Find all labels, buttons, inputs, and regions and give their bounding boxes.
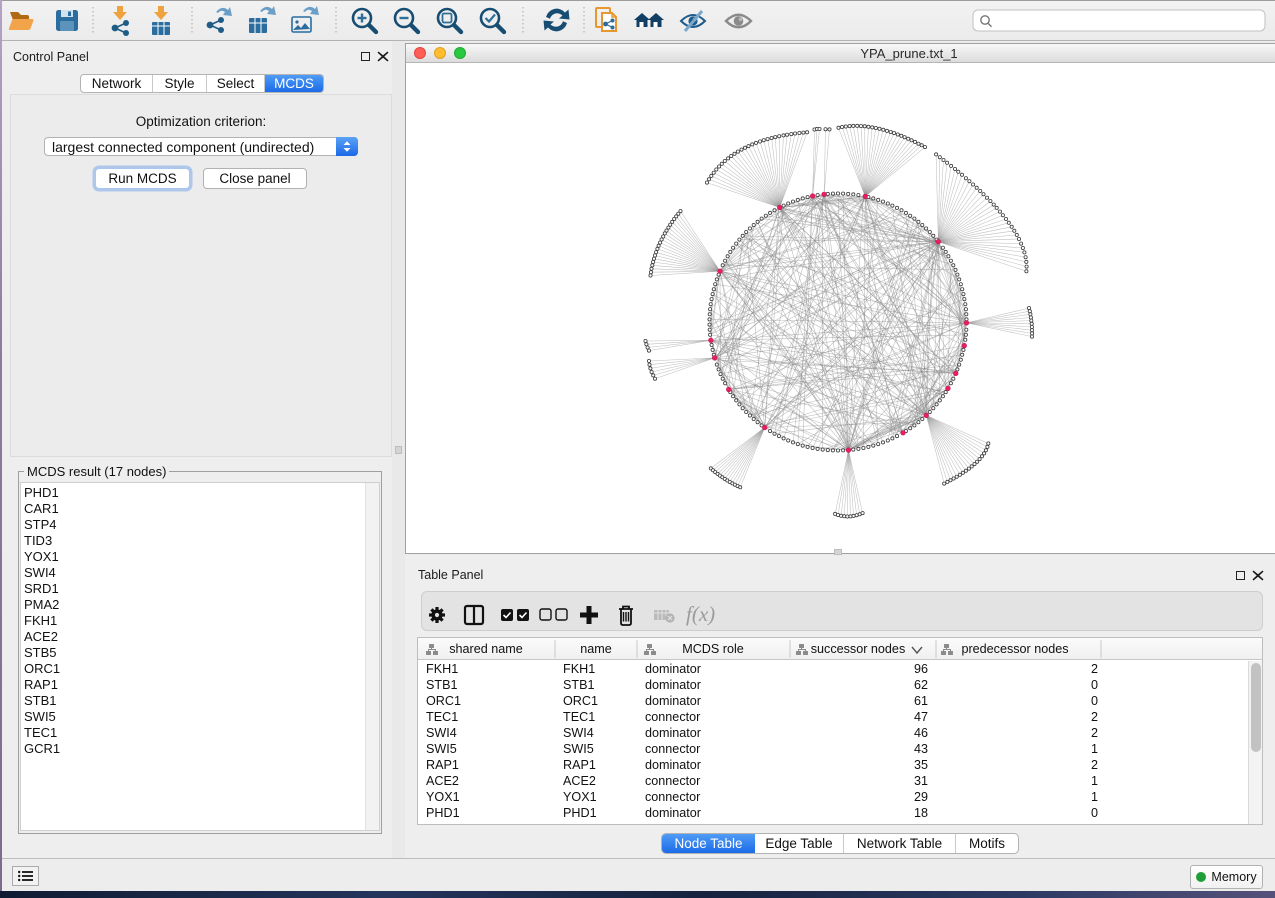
svg-text:TEC1: TEC1 [426, 710, 458, 724]
svg-text:PHD1: PHD1 [563, 806, 597, 820]
svg-text:FKH1: FKH1 [426, 662, 458, 676]
svg-text:ORC1: ORC1 [563, 694, 598, 708]
svg-text:YOX1: YOX1 [426, 790, 460, 804]
svg-text:SWI4: SWI4 [563, 726, 594, 740]
svg-text:ORC1: ORC1 [426, 694, 461, 708]
svg-text:SWI5: SWI5 [563, 742, 594, 756]
svg-text:dominator: dominator [645, 662, 701, 676]
svg-text:47: 47 [914, 710, 928, 724]
svg-text:SWI4: SWI4 [426, 726, 457, 740]
svg-text:dominator: dominator [645, 678, 701, 692]
svg-text:46: 46 [914, 726, 928, 740]
svg-text:1: 1 [1091, 742, 1098, 756]
svg-text:shared name: shared name [449, 642, 523, 656]
svg-text:dominator: dominator [645, 726, 701, 740]
svg-text:62: 62 [914, 678, 928, 692]
svg-text:2: 2 [1091, 662, 1098, 676]
svg-text:1: 1 [1091, 774, 1098, 788]
svg-text:29: 29 [914, 790, 928, 804]
svg-text:RAP1: RAP1 [563, 758, 596, 772]
svg-text:MCDS role: MCDS role [682, 642, 744, 656]
svg-text:name: name [580, 642, 612, 656]
svg-text:STB1: STB1 [563, 678, 595, 692]
svg-text:predecessor nodes: predecessor nodes [961, 642, 1068, 656]
svg-text:dominator: dominator [645, 694, 701, 708]
svg-text:successor nodes: successor nodes [811, 642, 906, 656]
svg-text:2: 2 [1091, 710, 1098, 724]
svg-text:31: 31 [914, 774, 928, 788]
svg-text:0: 0 [1091, 694, 1098, 708]
svg-text:connector: connector [645, 742, 700, 756]
svg-text:ACE2: ACE2 [563, 774, 596, 788]
svg-text:RAP1: RAP1 [426, 758, 459, 772]
svg-text:YOX1: YOX1 [563, 790, 597, 804]
svg-text:61: 61 [914, 694, 928, 708]
svg-text:SWI5: SWI5 [426, 742, 457, 756]
svg-text:TEC1: TEC1 [563, 710, 595, 724]
svg-text:0: 0 [1091, 806, 1098, 820]
svg-text:18: 18 [914, 806, 928, 820]
svg-text:FKH1: FKH1 [563, 662, 595, 676]
svg-text:STB1: STB1 [426, 678, 458, 692]
svg-text:2: 2 [1091, 726, 1098, 740]
svg-text:dominator: dominator [645, 806, 701, 820]
svg-text:dominator: dominator [645, 758, 701, 772]
svg-text:f(x): f(x) [686, 602, 715, 626]
svg-text:43: 43 [914, 742, 928, 756]
svg-text:35: 35 [914, 758, 928, 772]
svg-text:2: 2 [1091, 758, 1098, 772]
svg-text:0: 0 [1091, 678, 1098, 692]
svg-text:1: 1 [1091, 790, 1098, 804]
svg-text:connector: connector [645, 790, 700, 804]
svg-text:PHD1: PHD1 [426, 806, 460, 820]
svg-text:96: 96 [914, 662, 928, 676]
svg-text:ACE2: ACE2 [426, 774, 459, 788]
svg-text:connector: connector [645, 710, 700, 724]
svg-text:connector: connector [645, 774, 700, 788]
